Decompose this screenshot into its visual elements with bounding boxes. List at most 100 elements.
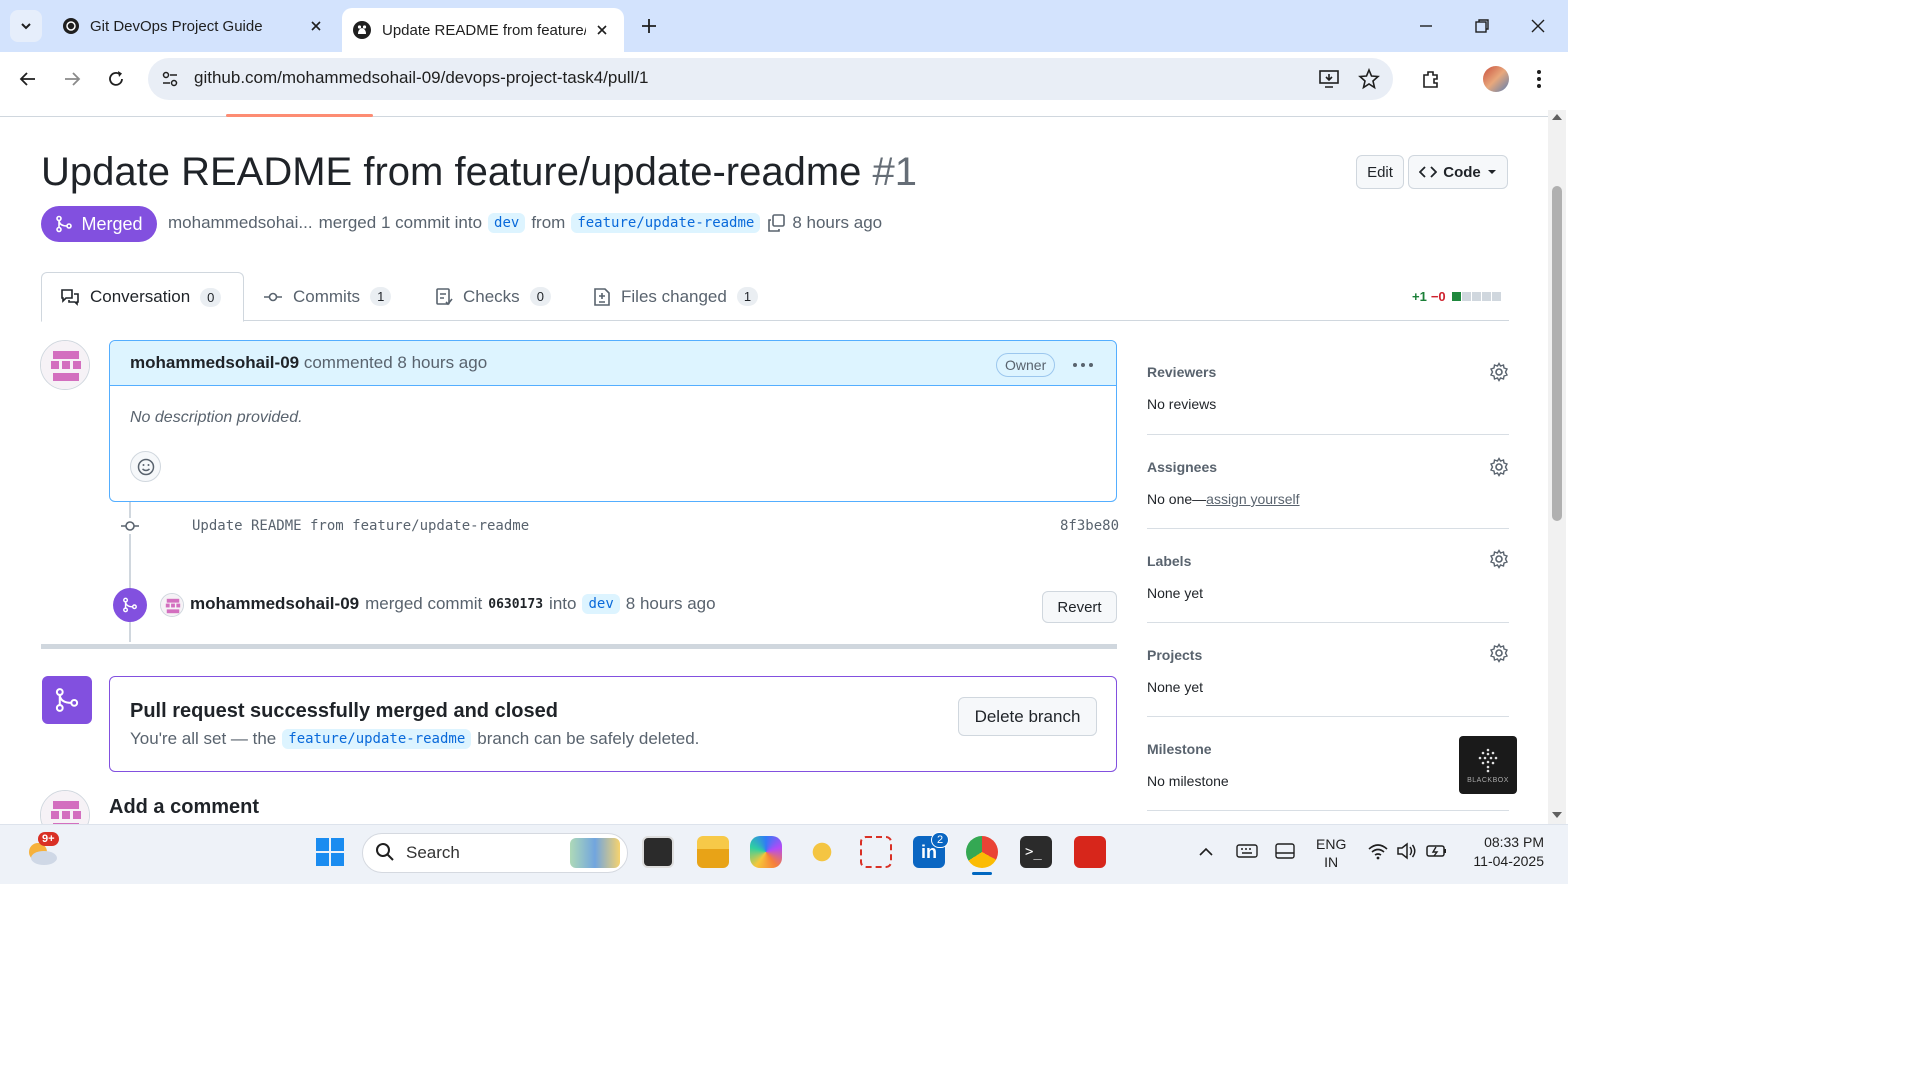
wifi-icon[interactable] <box>1367 842 1389 860</box>
windows-start-icon[interactable] <box>315 837 345 867</box>
commit-message[interactable]: Update README from feature/update-readme <box>192 518 529 534</box>
diffstat-bar <box>1451 292 1501 301</box>
search-highlight-image <box>570 838 620 868</box>
merged-box-title: Pull request successfully merged and clo… <box>130 700 558 722</box>
merged-box-description: You're all set — the feature/update-read… <box>130 729 699 749</box>
diffstat-additions: +1 <box>1412 289 1427 304</box>
scroll-down-icon[interactable] <box>1551 810 1563 820</box>
bee-app-icon[interactable] <box>806 836 838 868</box>
profile-avatar[interactable] <box>1483 66 1509 92</box>
sidebar-projects-value: None yet <box>1147 679 1204 695</box>
merged-box-branch[interactable]: feature/update-readme <box>282 729 472 749</box>
tab-checks[interactable]: Checks 0 <box>417 272 569 321</box>
sidebar-milestone-title[interactable]: Milestone <box>1147 741 1212 757</box>
sidebar-projects-title[interactable]: Projects <box>1147 647 1202 663</box>
show-hidden-icons-icon[interactable] <box>1198 845 1214 857</box>
add-reaction-button[interactable] <box>130 451 161 482</box>
commenter-avatar[interactable] <box>40 340 90 390</box>
weather-widget[interactable]: 9+ <box>24 832 64 872</box>
merged-status-badge: Merged <box>41 206 157 242</box>
edit-button[interactable]: Edit <box>1356 155 1404 189</box>
sidebar-reviewers-title[interactable]: Reviewers <box>1147 364 1216 380</box>
reload-icon[interactable] <box>106 69 126 89</box>
tab-conversation-label: Conversation <box>90 287 191 306</box>
tab-conversation[interactable]: Conversation 0 <box>41 272 244 322</box>
comment-body: No description provided. <box>130 409 303 426</box>
close-icon[interactable] <box>310 20 322 32</box>
copy-icon[interactable] <box>766 213 786 233</box>
language-indicator[interactable]: ENG IN <box>1316 835 1346 871</box>
url-text[interactable]: github.com/mohammedsohail-09/devops-proj… <box>194 68 649 88</box>
base-branch-tag[interactable]: dev <box>488 213 526 233</box>
commit-sha[interactable]: 8f3be80 <box>1060 518 1119 534</box>
snipping-tool-icon[interactable] <box>860 836 892 868</box>
gear-icon[interactable] <box>1489 549 1509 569</box>
merger-avatar[interactable] <box>160 593 184 617</box>
add-comment-heading: Add a comment <box>109 796 260 818</box>
copilot-icon[interactable] <box>750 836 782 868</box>
delete-branch-button[interactable]: Delete branch <box>958 697 1097 736</box>
scroll-up-icon[interactable] <box>1551 112 1563 122</box>
browser-tab-inactive[interactable]: Git DevOps Project Guide <box>52 8 334 44</box>
head-branch-tag[interactable]: feature/update-readme <box>571 213 761 233</box>
blackbox-widget[interactable]: BLACKBOX <box>1459 736 1517 794</box>
kebab-horizontal-icon[interactable] <box>1072 361 1094 369</box>
volume-icon[interactable] <box>1396 842 1418 860</box>
terminal-icon[interactable]: >_ <box>1020 836 1052 868</box>
tab-conversation-count: 0 <box>200 287 222 307</box>
pr-merged-text: merged 1 commit into <box>318 213 483 232</box>
bookmark-star-icon[interactable] <box>1358 68 1380 90</box>
taskbar-search-placeholder: Search <box>406 843 460 862</box>
sidebar-assignees-title[interactable]: Assignees <box>1147 459 1217 475</box>
tab-list-button[interactable] <box>10 10 42 42</box>
active-section-underline <box>226 114 373 117</box>
merge-event-sha[interactable]: 0630173 <box>488 597 543 612</box>
tab-files-changed[interactable]: Files changed 1 <box>575 272 776 321</box>
tab-files-changed-label: Files changed <box>621 286 727 306</box>
code-button[interactable]: Code <box>1408 155 1508 189</box>
gear-icon[interactable] <box>1489 643 1509 663</box>
pr-author-link[interactable]: mohammedsohai... <box>168 213 313 233</box>
comment-author[interactable]: mohammedsohail-09 <box>130 353 299 372</box>
tab-title: Update README from feature/u <box>382 21 586 39</box>
touch-keyboard-icon[interactable] <box>1236 843 1258 859</box>
task-view-icon[interactable] <box>642 836 674 868</box>
battery-icon[interactable] <box>1426 842 1448 860</box>
browser-tab-active[interactable]: Update README from feature/u <box>342 8 624 52</box>
diffstat: +1 −0 <box>1412 289 1501 304</box>
pr-time-ago: 8 hours ago <box>792 213 883 232</box>
acrobat-icon[interactable] <box>1074 836 1106 868</box>
new-tab-icon[interactable] <box>640 17 658 35</box>
comment-discussion-icon <box>61 289 79 306</box>
git-commit-icon <box>120 518 140 534</box>
sidebar-labels-title[interactable]: Labels <box>1147 553 1191 569</box>
extensions-icon[interactable] <box>1420 68 1442 90</box>
gear-icon[interactable] <box>1489 457 1509 477</box>
chrome-icon[interactable] <box>966 836 998 868</box>
sidebar-divider <box>1147 810 1509 811</box>
edit-button-label: Edit <box>1367 163 1393 181</box>
tab-commits[interactable]: Commits 1 <box>245 272 409 321</box>
gear-icon[interactable] <box>1489 362 1509 382</box>
restore-icon[interactable] <box>1474 18 1490 34</box>
github-icon <box>353 21 371 39</box>
minimize-icon[interactable] <box>1418 18 1434 34</box>
revert-button[interactable]: Revert <box>1042 591 1117 623</box>
merge-event-branch[interactable]: dev <box>582 594 620 614</box>
back-icon[interactable] <box>18 69 38 89</box>
install-app-icon[interactable] <box>1318 68 1340 90</box>
merge-event-author[interactable]: mohammedsohail-09 <box>190 594 359 614</box>
forward-icon[interactable] <box>62 69 82 89</box>
merge-event-into: into <box>549 594 577 613</box>
system-clock[interactable]: 08:33 PM 11-04-2025 <box>1462 833 1544 871</box>
more-menu-icon[interactable] <box>1530 68 1548 90</box>
site-settings-icon[interactable] <box>160 69 180 89</box>
close-window-icon[interactable] <box>1530 18 1546 34</box>
region-code: IN <box>1324 854 1339 870</box>
tablet-mode-icon[interactable] <box>1275 843 1295 859</box>
assign-yourself-link[interactable]: assign yourself <box>1206 491 1299 507</box>
close-icon[interactable] <box>596 24 608 36</box>
file-explorer-icon[interactable] <box>697 836 729 868</box>
scrollbar-thumb[interactable] <box>1552 186 1562 521</box>
merge-event-icon <box>113 588 147 622</box>
